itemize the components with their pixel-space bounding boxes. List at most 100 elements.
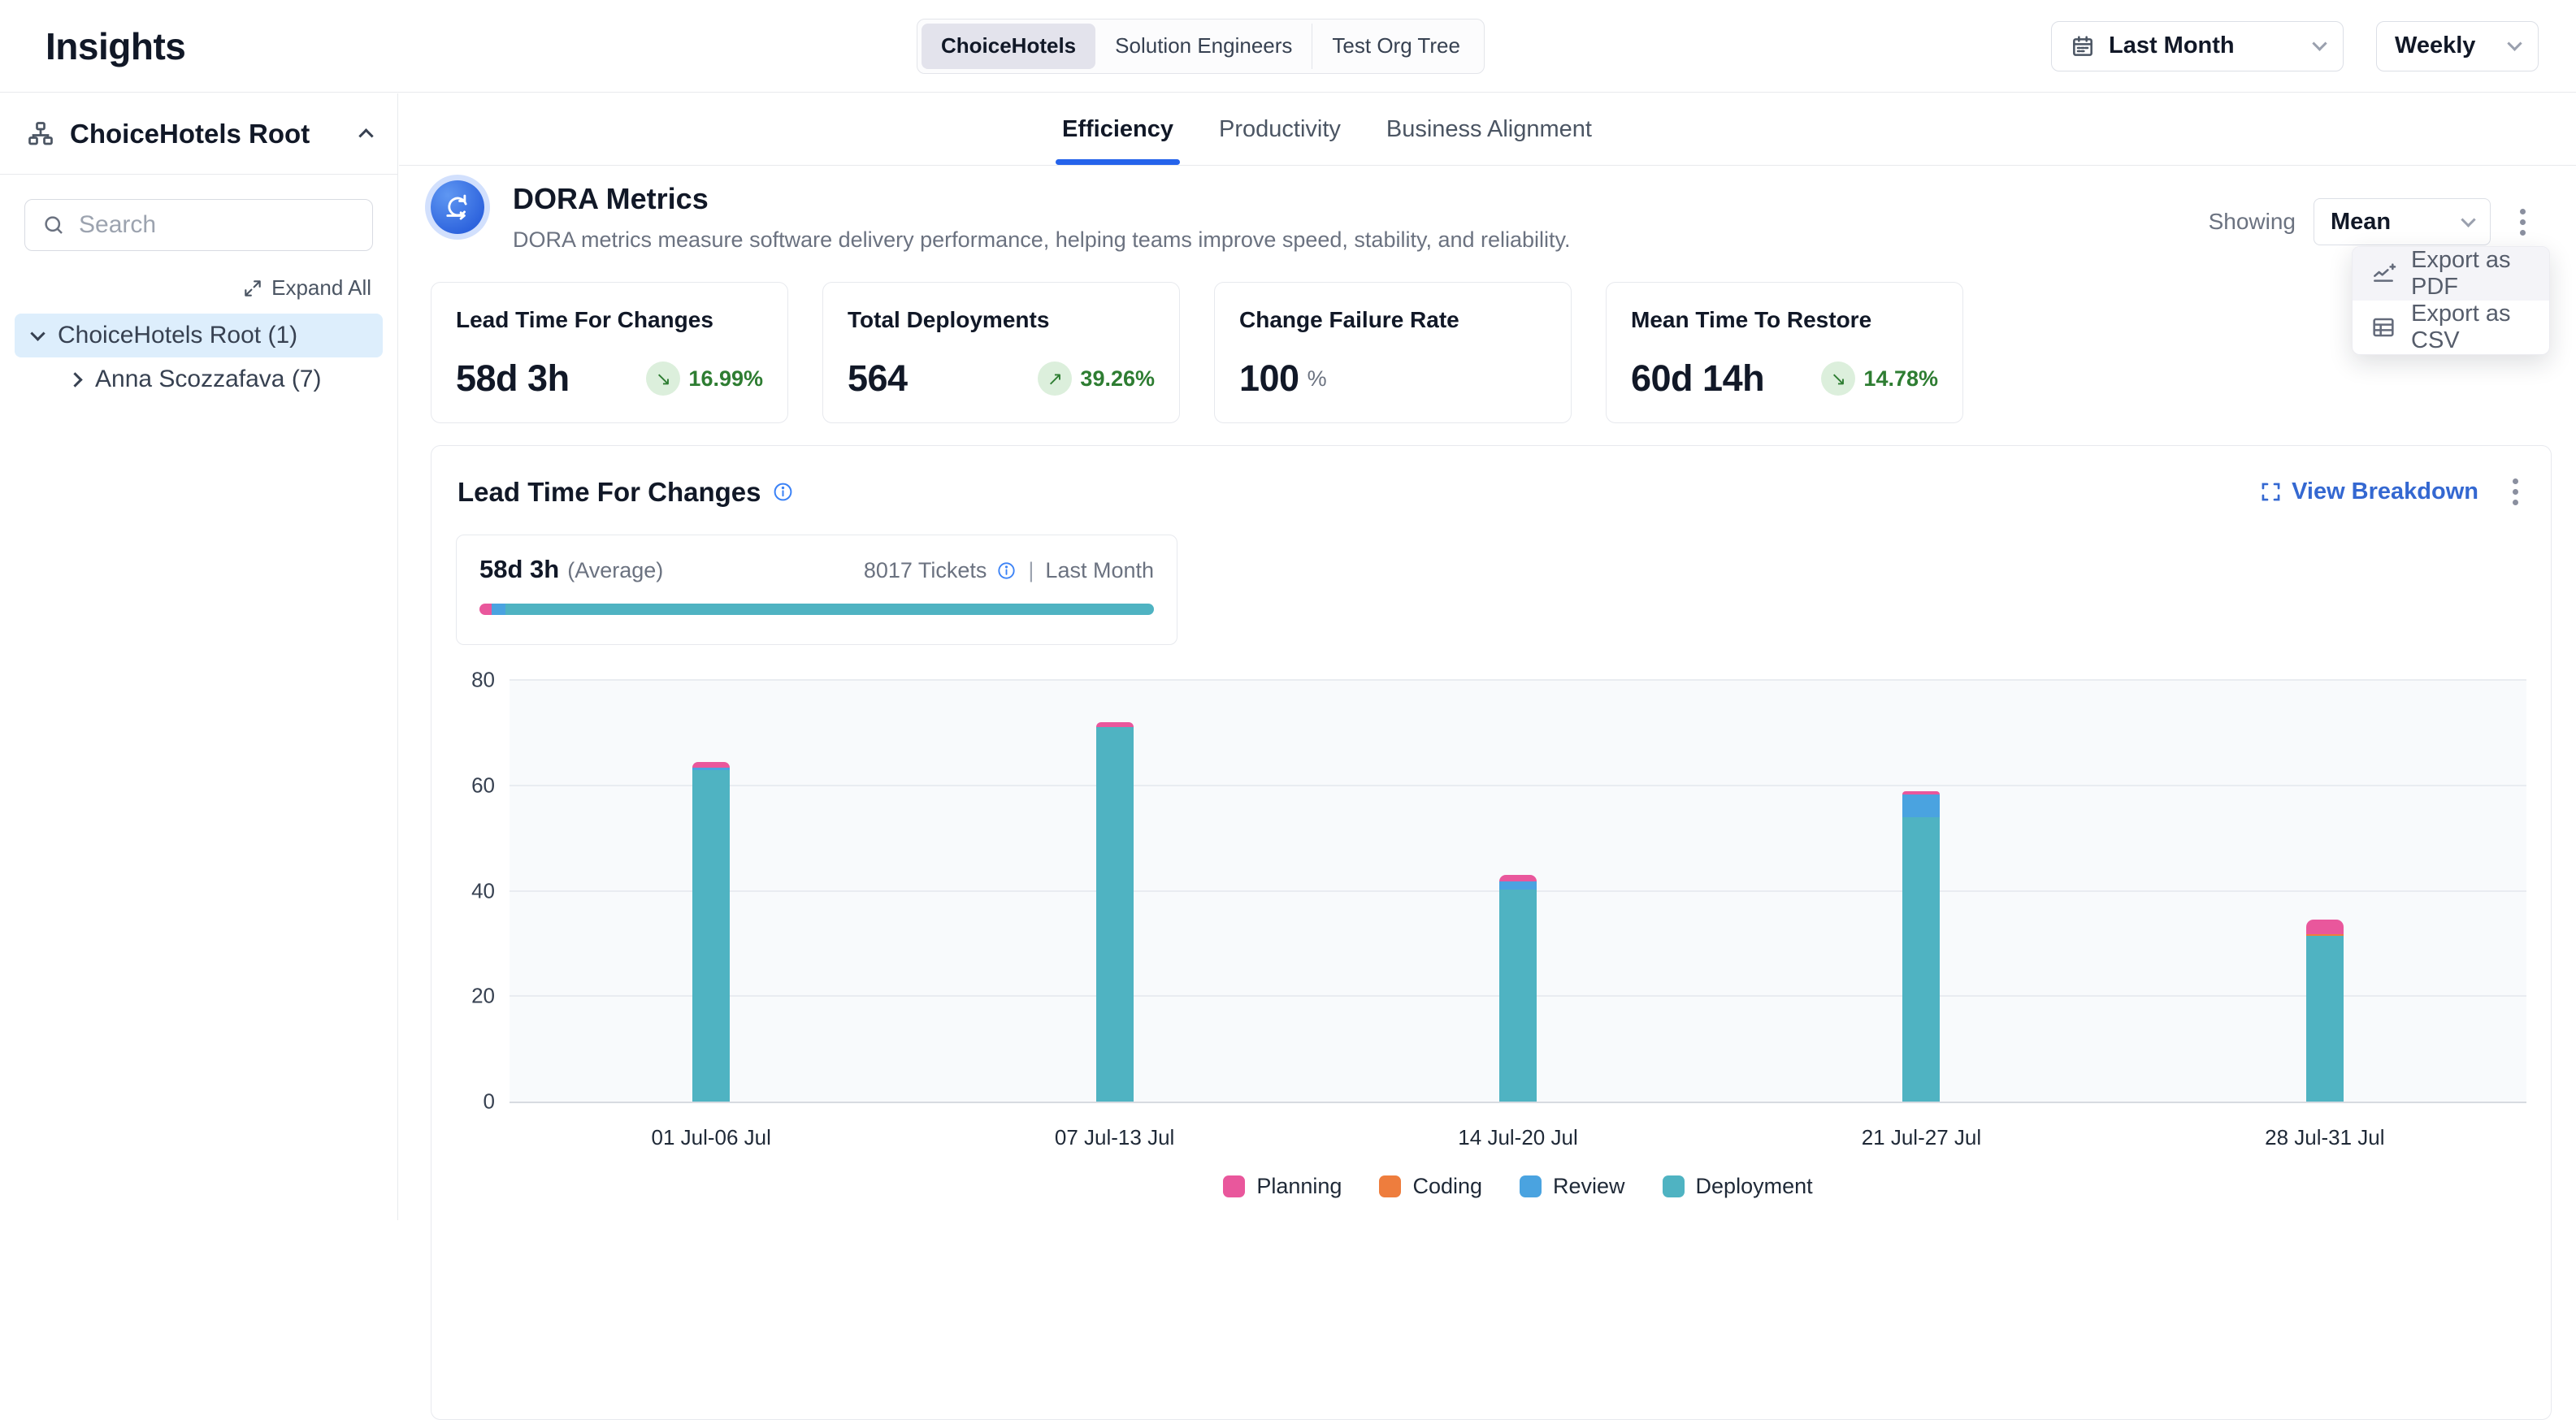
y-tick-label: 0: [441, 1089, 495, 1115]
chevron-down-icon: [2461, 212, 2475, 227]
main-area: Efficiency Productivity Business Alignme…: [399, 93, 2576, 1220]
tree-node-anna-scozzafava[interactable]: Anna Scozzafava (7): [52, 357, 383, 401]
delta-badge: ↘ 14.78%: [1821, 361, 1938, 396]
y-tick-label: 60: [441, 773, 495, 798]
export-csv-item[interactable]: Export as CSV: [2353, 301, 2549, 354]
delta-badge: ↘ 16.99%: [646, 361, 763, 396]
card-value: 100: [1239, 357, 1299, 400]
chevron-right-icon[interactable]: [67, 372, 82, 387]
tab-business-alignment[interactable]: Business Alignment: [1386, 93, 1592, 165]
panel-title: Lead Time For Changes: [458, 477, 761, 508]
info-icon[interactable]: [772, 481, 794, 503]
card-value: 58d 3h: [456, 357, 570, 400]
search-input[interactable]: [79, 211, 392, 239]
page-title: Insights: [46, 24, 185, 68]
card-change-failure-rate: Change Failure Rate 100 %: [1214, 282, 1572, 423]
efficiency-content: DORA Metrics DORA metrics measure softwa…: [399, 166, 2576, 1220]
phase-segment-planning: [479, 604, 492, 615]
aggregation-select[interactable]: Mean: [2314, 198, 2491, 245]
card-mean-time-to-restore: Mean Time To Restore 60d 14h ↘ 14.78%: [1606, 282, 1963, 423]
collapse-sidebar-icon[interactable]: [358, 128, 373, 143]
phase-segment-deployment: [505, 604, 1154, 615]
plot-area: 020406080: [510, 680, 2526, 1103]
average-value: 58d 3h: [479, 555, 559, 584]
stacked-bar-3[interactable]: [1499, 875, 1537, 1102]
org-tab-choicehotels[interactable]: ChoiceHotels: [922, 24, 1095, 69]
bar-segment-planning: [692, 762, 730, 768]
x-axis-label: 14 Jul-20 Jul: [1316, 1125, 1720, 1150]
calendar-icon: [2070, 33, 2096, 59]
legend-item-planning[interactable]: Planning: [1223, 1174, 1342, 1199]
legend-label: Deployment: [1696, 1174, 1813, 1199]
export-csv-label: Export as CSV: [2411, 301, 2531, 354]
chart-legend: Planning Coding Review Deployment: [510, 1174, 2526, 1199]
org-tree: ChoiceHotels Root (1) Anna Scozzafava (7…: [0, 314, 397, 401]
chevron-down-icon: [2312, 36, 2327, 50]
card-value: 60d 14h: [1631, 357, 1764, 400]
stacked-bar-1[interactable]: [692, 762, 730, 1102]
bar-segment-planning: [1499, 875, 1537, 881]
showing-label: Showing: [2209, 209, 2296, 235]
legend-swatch: [1520, 1175, 1542, 1197]
y-tick-label: 40: [441, 878, 495, 903]
x-axis-label: 21 Jul-27 Jul: [1720, 1125, 2123, 1150]
expand-all-label: Expand All: [271, 275, 371, 301]
stacked-bar-2[interactable]: [1096, 722, 1134, 1102]
average-summary-card: 58d 3h (Average) 8017 Tickets | Last Mon…: [456, 535, 1177, 645]
tree-node-choicehotels-root[interactable]: ChoiceHotels Root (1): [15, 314, 383, 357]
chevron-down-icon[interactable]: [30, 326, 45, 340]
card-total-deployments: Total Deployments 564 ↗ 39.26%: [822, 282, 1180, 423]
legend-item-deployment[interactable]: Deployment: [1663, 1174, 1813, 1199]
granularity-select[interactable]: Weekly: [2376, 21, 2539, 71]
search-icon: [41, 213, 66, 237]
tab-productivity[interactable]: Productivity: [1219, 93, 1341, 165]
fullscreen-icon: [2260, 481, 2282, 503]
tickets-count: 8017 Tickets: [864, 558, 987, 583]
org-tab-solution-engineers[interactable]: Solution Engineers: [1095, 24, 1312, 69]
bar-segment-review: [1902, 794, 1940, 817]
table-icon: [2370, 314, 2396, 340]
tab-efficiency[interactable]: Efficiency: [1062, 93, 1173, 165]
separator: |: [1026, 558, 1035, 583]
bar-segment-deployment: [2306, 936, 2344, 1102]
card-lead-time-for-changes: Lead Time For Changes 58d 3h ↘ 16.99%: [431, 282, 788, 423]
legend-swatch: [1663, 1175, 1685, 1197]
sidebar-search[interactable]: [24, 199, 373, 251]
expand-all-button[interactable]: Expand All: [26, 275, 371, 301]
y-tick-label: 80: [441, 668, 495, 693]
info-icon[interactable]: [996, 561, 1017, 581]
average-period: Last Month: [1045, 558, 1154, 583]
chart-line-icon: [2370, 261, 2396, 287]
tree-node-label: ChoiceHotels Root (1): [58, 322, 297, 349]
bar-segment-deployment: [1902, 817, 1940, 1102]
export-pdf-item[interactable]: Export as PDF: [2353, 247, 2549, 301]
phase-distribution-bar: [479, 604, 1154, 615]
main-tabs-bar: Efficiency Productivity Business Alignme…: [399, 93, 2576, 166]
org-tab-test-org-tree[interactable]: Test Org Tree: [1312, 24, 1480, 69]
dora-metrics-icon: [431, 180, 484, 234]
export-pdf-label: Export as PDF: [2411, 247, 2531, 301]
stacked-bar-5[interactable]: [2306, 920, 2344, 1102]
x-axis-label: 07 Jul-13 Jul: [913, 1125, 1316, 1150]
tree-node-label: Anna Scozzafava (7): [95, 366, 321, 393]
org-chart-icon: [26, 119, 55, 149]
delta-value: 14.78%: [1863, 366, 1938, 392]
dora-menu-button[interactable]: [2509, 201, 2537, 244]
dora-section-title: DORA Metrics: [513, 182, 709, 216]
legend-label: Review: [1553, 1174, 1625, 1199]
date-range-select[interactable]: Last Month: [2051, 21, 2344, 71]
stacked-bar-4[interactable]: [1902, 791, 1940, 1102]
top-bar: Insights ChoiceHotels Solution Engineers…: [0, 0, 2576, 93]
card-title: Total Deployments: [848, 307, 1155, 333]
lead-time-panel: Lead Time For Changes V: [431, 445, 2552, 1420]
export-menu: Export as PDF Export as CSV: [2352, 246, 2550, 355]
view-breakdown-button[interactable]: View Breakdown: [2260, 478, 2478, 505]
panel-menu-button[interactable]: [2501, 470, 2530, 513]
card-title: Change Failure Rate: [1239, 307, 1546, 333]
x-axis-label: 28 Jul-31 Jul: [2123, 1125, 2526, 1150]
legend-item-coding[interactable]: Coding: [1379, 1174, 1482, 1199]
legend-item-review[interactable]: Review: [1520, 1174, 1625, 1199]
legend-label: Coding: [1412, 1174, 1482, 1199]
expand-arrows-icon: [242, 278, 263, 299]
metric-cards: Lead Time For Changes 58d 3h ↘ 16.99% To…: [431, 282, 1963, 423]
